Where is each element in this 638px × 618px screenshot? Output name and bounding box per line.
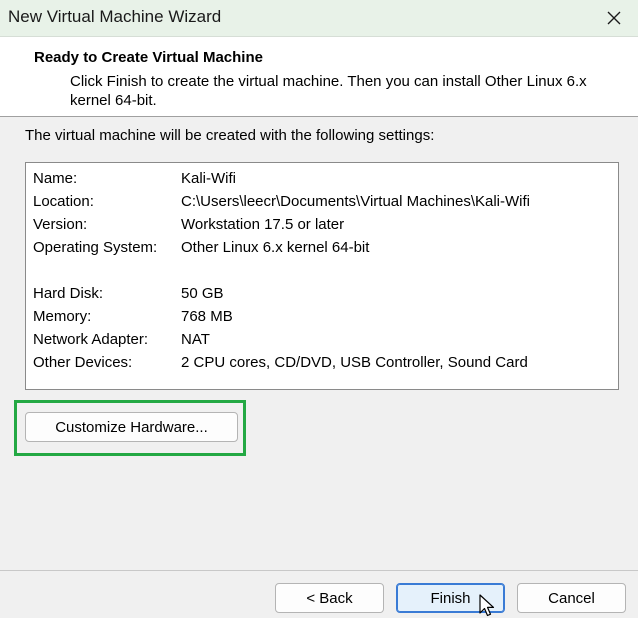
cancel-button[interactable]: Cancel	[517, 583, 626, 613]
setting-label: Version:	[33, 216, 88, 233]
setting-value: NAT	[181, 331, 210, 348]
window-title: New Virtual Machine Wizard	[8, 7, 222, 26]
title-bar: New Virtual Machine Wizard	[0, 0, 638, 37]
footer-divider	[0, 570, 638, 571]
setting-label: Memory:	[33, 308, 92, 325]
setting-value: 50 GB	[181, 285, 224, 302]
header-panel: Ready to Create Virtual Machine Click Fi…	[0, 37, 638, 117]
close-icon	[607, 11, 621, 25]
setting-label: Operating System:	[33, 239, 158, 256]
settings-intro: The virtual machine will be created with…	[25, 127, 435, 144]
setting-label: Location:	[33, 193, 94, 210]
setting-label: Other Devices:	[33, 354, 133, 371]
setting-label: Name:	[33, 170, 78, 187]
setting-value: 2 CPU cores, CD/DVD, USB Controller, Sou…	[181, 354, 528, 371]
finish-button[interactable]: Finish	[396, 583, 505, 613]
setting-value: Kali-Wifi	[181, 170, 236, 187]
setting-label: Hard Disk:	[33, 285, 104, 302]
setting-value: 768 MB	[181, 308, 233, 325]
settings-summary: Name: Kali-Wifi Location: C:\Users\leecr…	[25, 162, 619, 390]
customize-hardware-button[interactable]: Customize Hardware...	[25, 412, 238, 442]
page-description: Click Finish to create the virtual machi…	[70, 73, 587, 109]
close-button[interactable]	[590, 0, 638, 36]
setting-value: C:\Users\leecr\Documents\Virtual Machine…	[181, 193, 530, 210]
setting-label: Network Adapter:	[33, 331, 149, 348]
setting-value: Other Linux 6.x kernel 64-bit	[181, 239, 370, 256]
page-title: Ready to Create Virtual Machine	[34, 49, 263, 66]
back-button[interactable]: < Back	[275, 583, 384, 613]
setting-value: Workstation 17.5 or later	[181, 216, 345, 233]
